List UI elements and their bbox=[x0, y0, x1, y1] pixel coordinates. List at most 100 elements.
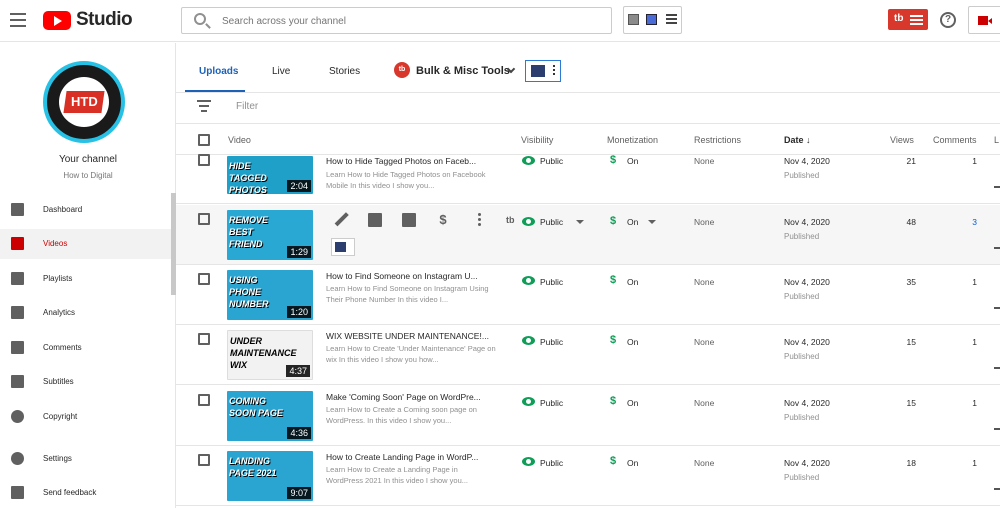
extension-toolbar bbox=[623, 6, 682, 34]
row-checkbox[interactable] bbox=[198, 454, 210, 466]
tab-stories[interactable]: Stories bbox=[329, 66, 360, 77]
thumbnail-text: COMING SOON PAGE bbox=[229, 396, 283, 418]
extension-menu-icon[interactable] bbox=[666, 14, 677, 25]
tab-uploads[interactable]: Uploads bbox=[199, 66, 238, 77]
video-duration: 2:04 bbox=[287, 180, 311, 192]
video-duration: 1:20 bbox=[287, 306, 311, 318]
tubebuddy-icon[interactable]: tb bbox=[506, 215, 520, 229]
comments-value[interactable]: 3 bbox=[936, 217, 977, 227]
visibility-value[interactable]: Public bbox=[540, 156, 563, 166]
monetization-value: On bbox=[627, 458, 639, 468]
video-thumbnail[interactable]: HIDE TAGGED PHOTOS 2:04 bbox=[227, 156, 313, 194]
table-row[interactable]: USING PHONE NUMBER 1:20 How to Find Some… bbox=[176, 265, 1000, 325]
help-icon[interactable]: ? bbox=[940, 12, 956, 28]
date-value: Nov 4, 2020 bbox=[784, 156, 830, 166]
table-row[interactable]: LANDING PAGE 2021 9:07 How to Create Lan… bbox=[176, 446, 1000, 506]
caret-down-icon[interactable] bbox=[576, 220, 584, 224]
publish-status: Published bbox=[784, 413, 820, 422]
analytics-icon[interactable] bbox=[368, 213, 382, 227]
table-row[interactable]: COMING SOON PAGE 4:36 Make 'Coming Soon'… bbox=[176, 386, 1000, 446]
video-title[interactable]: WIX WEBSITE UNDER MAINTENANCE!... bbox=[326, 331, 489, 341]
dollar-icon: $ bbox=[610, 334, 617, 346]
sidebar-item-label: Analytics bbox=[43, 308, 76, 317]
likes-bar bbox=[994, 307, 1000, 309]
sidebar-item-dashboard[interactable]: Dashboard bbox=[0, 195, 172, 225]
visibility-value[interactable]: Public bbox=[540, 277, 563, 287]
extension-b-icon[interactable] bbox=[646, 14, 657, 25]
monetization-value[interactable]: On bbox=[627, 217, 638, 227]
video-title[interactable]: How to Hide Tagged Photos on Faceb... bbox=[326, 156, 476, 166]
video-title[interactable]: How to Find Someone on Instagram U... bbox=[326, 271, 478, 281]
feedback-icon bbox=[11, 486, 24, 499]
avatar[interactable]: HTD bbox=[43, 61, 125, 143]
video-thumbnail[interactable]: USING PHONE NUMBER 1:20 bbox=[227, 270, 313, 320]
restrictions-value: None bbox=[694, 156, 715, 166]
youtube-logo-icon[interactable] bbox=[43, 11, 71, 30]
monetization-value: On bbox=[627, 398, 639, 408]
dollar-icon[interactable]: $ bbox=[436, 213, 450, 227]
tubebuddy-button[interactable]: tb bbox=[888, 9, 928, 30]
video-thumbnail[interactable]: UNDER MAINTENANCE WIX 4:37 bbox=[227, 330, 313, 380]
sidebar-item-label: Playlists bbox=[43, 274, 73, 283]
thumbnail-text: LANDING PAGE 2021 bbox=[229, 456, 277, 478]
visibility-value[interactable]: Public bbox=[540, 398, 563, 408]
dashboard-icon bbox=[11, 203, 24, 216]
extension-button[interactable] bbox=[525, 60, 561, 82]
video-thumbnail[interactable]: COMING SOON PAGE 4:36 bbox=[227, 391, 313, 441]
row-checkbox[interactable] bbox=[198, 333, 210, 345]
table-row[interactable]: UNDER MAINTENANCE WIX 4:37 WIX WEBSITE U… bbox=[176, 325, 1000, 385]
copyright-icon bbox=[11, 410, 24, 423]
tubebuddy-icon[interactable]: tb bbox=[394, 62, 410, 78]
search-input[interactable] bbox=[222, 12, 602, 30]
monetization-value: On bbox=[627, 337, 639, 347]
sidebar-item-analytics[interactable]: Analytics bbox=[0, 298, 172, 328]
visibility-value[interactable]: Public bbox=[540, 217, 563, 227]
thumbnail-text: HIDE TAGGED PHOTOS bbox=[229, 161, 267, 194]
comments-icon[interactable] bbox=[402, 213, 416, 227]
table-row[interactable]: HIDE TAGGED PHOTOS 2:04 How to Hide Tagg… bbox=[176, 144, 1000, 204]
video-description: Learn How to Create 'Under Maintenance' … bbox=[326, 344, 496, 364]
publish-status: Published bbox=[784, 473, 820, 482]
video-thumbnail[interactable]: LANDING PAGE 2021 9:07 bbox=[227, 451, 313, 501]
sidebar-item-subtitles[interactable]: Subtitles bbox=[0, 367, 172, 397]
filter-icon[interactable] bbox=[197, 100, 211, 115]
edit-icon[interactable] bbox=[331, 210, 351, 230]
sidebar-item-label: Copyright bbox=[43, 412, 78, 421]
extension-a-icon[interactable] bbox=[628, 14, 639, 25]
row-checkbox[interactable] bbox=[198, 154, 210, 166]
row-checkbox[interactable] bbox=[198, 273, 210, 285]
thumbnail-text: USING PHONE NUMBER bbox=[229, 275, 269, 309]
row-checkbox[interactable] bbox=[198, 213, 210, 225]
extension-icon bbox=[335, 242, 346, 252]
avatar-text: HTD bbox=[71, 94, 98, 109]
visibility-value[interactable]: Public bbox=[540, 337, 563, 347]
restrictions-value: None bbox=[694, 217, 715, 227]
extension-button[interactable] bbox=[331, 238, 355, 256]
tab-live[interactable]: Live bbox=[272, 66, 290, 77]
sidebar-item-settings[interactable]: Settings bbox=[0, 444, 172, 474]
sidebar-item-comments[interactable]: Comments bbox=[0, 333, 172, 363]
visibility-value[interactable]: Public bbox=[540, 458, 563, 468]
bulk-tools-menu[interactable]: Bulk & Misc Tools bbox=[416, 65, 510, 77]
create-button[interactable] bbox=[968, 6, 1000, 34]
more-vert-icon bbox=[553, 65, 555, 77]
sidebar-item-videos[interactable]: Videos bbox=[0, 229, 172, 259]
sidebar-item-feedback[interactable]: Send feedback bbox=[0, 478, 172, 508]
gear-icon bbox=[11, 452, 24, 465]
caret-down-icon[interactable] bbox=[648, 220, 656, 224]
sidebar-item-playlists[interactable]: Playlists bbox=[0, 264, 172, 294]
video-title[interactable]: How to Create Landing Page in WordP... bbox=[326, 452, 478, 462]
sidebar-item-copyright[interactable]: Copyright bbox=[0, 402, 172, 432]
more-vert-icon[interactable] bbox=[472, 213, 486, 227]
video-thumbnail[interactable]: REMOVE BEST FRIEND 1:29 bbox=[227, 210, 313, 260]
app-name[interactable]: Studio bbox=[76, 9, 133, 31]
table-row[interactable]: REMOVE BEST FRIEND 1:29 $ tb Public $ On… bbox=[176, 205, 1000, 265]
search-box[interactable] bbox=[181, 7, 612, 34]
row-checkbox[interactable] bbox=[198, 394, 210, 406]
dollar-icon: $ bbox=[610, 154, 617, 166]
video-title[interactable]: Make 'Coming Soon' Page on WordPre... bbox=[326, 392, 481, 402]
filter-input[interactable]: Filter bbox=[236, 101, 258, 112]
likes-bar bbox=[994, 247, 1000, 249]
date-value: Nov 4, 2020 bbox=[784, 277, 830, 287]
menu-icon[interactable] bbox=[10, 13, 26, 27]
